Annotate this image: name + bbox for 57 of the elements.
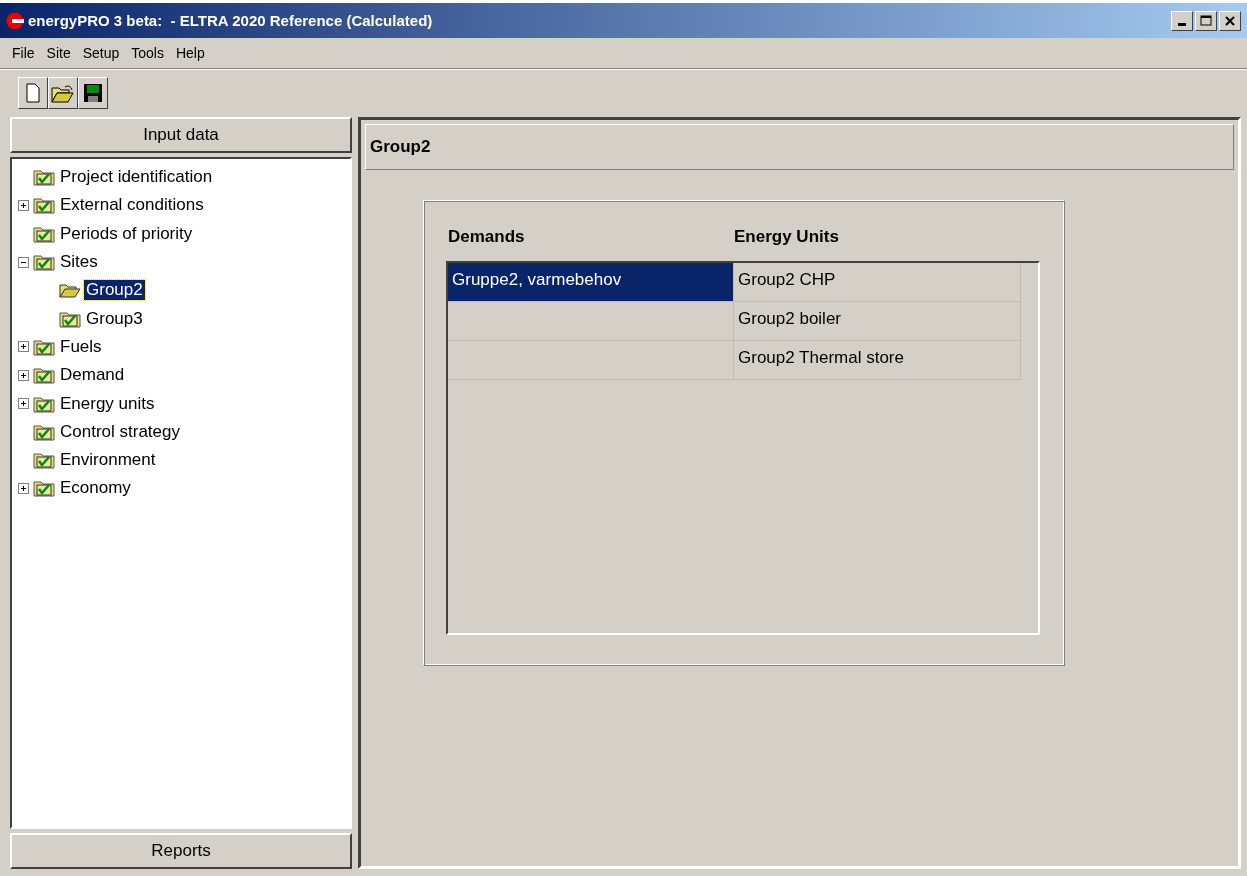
list-cell[interactable]: Gruppe2, varmebehov [448,263,734,302]
checked-folder-icon [33,224,55,243]
tree-item[interactable]: Demand [58,365,127,386]
list-cell[interactable]: Group2 Thermal store [734,341,1021,380]
menu-item[interactable]: Setup [76,45,126,61]
reports-button[interactable]: Reports [10,833,352,869]
tree-item[interactable]: Environment [58,450,158,471]
panel-title: Group2 [370,137,431,157]
tree-item[interactable]: Group2 [84,280,145,301]
tree-item[interactable]: Group3 [84,308,145,329]
maximize-icon [1200,14,1212,27]
input-data-button[interactable]: Input data [10,117,352,153]
tree-item[interactable]: Periods of priority [58,223,195,244]
open-folder-icon [51,83,75,103]
column-heading: Energy Units [734,227,840,247]
checked-folder-icon [33,196,55,215]
checked-folder-icon [33,366,55,385]
close-button[interactable] [1219,10,1241,31]
checked-folder-icon [33,337,55,356]
expand-icon[interactable] [18,369,29,381]
tree-item[interactable]: Fuels [58,336,104,357]
expand-icon[interactable] [18,398,29,409]
expand-icon[interactable] [18,341,29,353]
checked-folder-icon [33,394,55,413]
minimize-icon [1178,23,1186,26]
tree-item[interactable]: Economy [58,478,133,499]
menu-item[interactable]: File [6,45,41,61]
checked-folder-icon [33,479,55,498]
save-button[interactable] [78,77,108,109]
collapse-icon[interactable] [18,256,29,268]
checked-folder-icon [33,168,55,187]
checked-folder-icon [33,253,55,272]
open-folder-icon [59,282,81,299]
expand-icon[interactable] [18,199,29,211]
checked-folder-icon [33,451,55,470]
blank-page-icon [25,83,41,103]
list-cell[interactable]: Group2 CHP [734,263,1021,302]
maximize-button[interactable] [1195,10,1217,31]
column-heading: Demands [448,227,526,247]
checked-folder-icon [33,422,55,441]
new-file-button[interactable] [18,77,48,109]
tree-item[interactable]: Project identification [58,167,215,188]
tree-item[interactable]: Sites [58,252,100,273]
tree-item[interactable]: Control strategy [58,421,182,442]
open-folder-button[interactable] [48,77,78,109]
close-icon [1225,15,1235,26]
window-title: energyPRO 3 beta: - ELTRA 2020 Reference (Calculated) [28,12,434,29]
menu-item[interactable]: Tools [125,45,170,61]
minimize-button[interactable] [1171,10,1193,31]
expand-icon[interactable] [18,482,29,494]
checked-folder-icon [59,309,81,328]
menu-item[interactable]: Site [40,45,77,61]
tree-item[interactable]: Energy units [58,393,157,414]
tree-item[interactable]: External conditions [58,195,206,216]
list-cell[interactable]: Group2 boiler [734,302,1021,341]
menu-item[interactable]: Help [169,45,211,61]
app-logo-icon [6,11,24,30]
